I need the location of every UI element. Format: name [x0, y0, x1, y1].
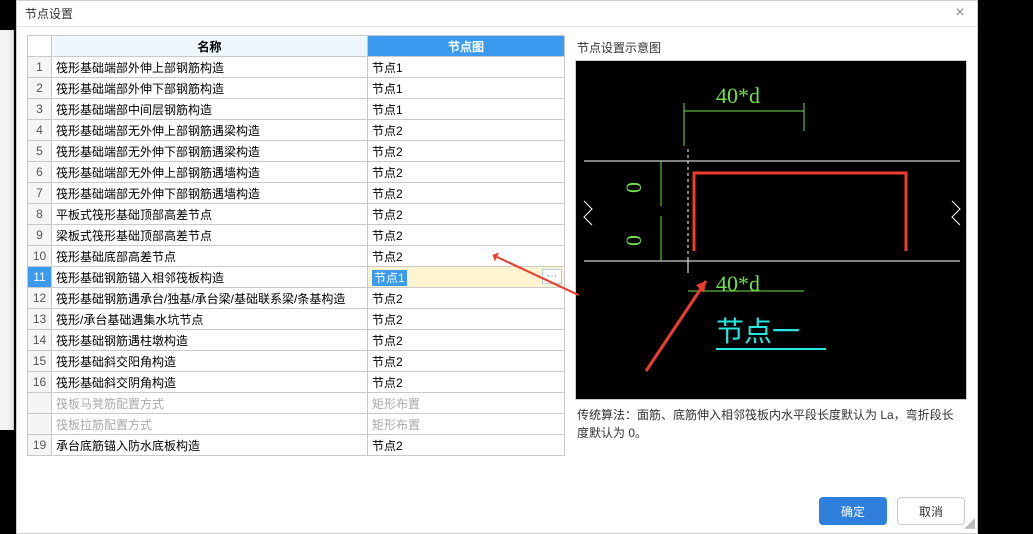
row-name: 筏形基础底部高差节点 — [52, 246, 368, 267]
table-row[interactable]: 3筏形基础端部中间层钢筋构造节点1 — [28, 99, 565, 120]
table-row[interactable]: 7筏形基础端部无外伸下部钢筋遇墙构造节点2 — [28, 183, 565, 204]
row-node-value[interactable]: 节点2 — [368, 288, 565, 309]
row-node-value[interactable]: 节点1⋯ — [368, 267, 565, 288]
row-index: 14 — [28, 330, 52, 351]
row-name: 筏板马凳筋配置方式 — [52, 393, 368, 414]
row-node-value[interactable]: 节点2 — [368, 183, 565, 204]
row-index: 10 — [28, 246, 52, 267]
col-header-node: 节点图 — [368, 36, 565, 57]
row-index: 8 — [28, 204, 52, 225]
dim-zero-2: 0 — [621, 235, 646, 246]
row-name: 平板式筏形基础顶部高差节点 — [52, 204, 368, 225]
row-index — [28, 414, 52, 435]
table-row[interactable]: 2筏形基础端部外伸下部钢筋构造节点1 — [28, 78, 565, 99]
settings-table-panel: 名称 节点图 1筏形基础端部外伸上部钢筋构造节点12筏形基础端部外伸下部钢筋构造… — [27, 35, 565, 456]
row-node-value[interactable]: 节点2 — [368, 435, 565, 456]
row-index: 6 — [28, 162, 52, 183]
row-index: 13 — [28, 309, 52, 330]
row-name: 筏形基础端部外伸上部钢筋构造 — [52, 57, 368, 78]
row-index: 7 — [28, 183, 52, 204]
preview-diagram: 40*d 0 0 40*d 节点一 — [575, 60, 967, 400]
table-row[interactable]: 1筏形基础端部外伸上部钢筋构造节点1 — [28, 57, 565, 78]
settings-table[interactable]: 名称 节点图 1筏形基础端部外伸上部钢筋构造节点12筏形基础端部外伸下部钢筋构造… — [27, 35, 565, 456]
row-node-value[interactable]: 矩形布置 — [368, 393, 565, 414]
row-node-value[interactable]: 节点2 — [368, 372, 565, 393]
dim-label-top: 40*d — [716, 83, 760, 108]
row-name: 筏形基础端部无外伸上部钢筋遇梁构造 — [52, 120, 368, 141]
row-name: 承台底筋锚入防水底板构造 — [52, 435, 368, 456]
col-header-name: 名称 — [52, 36, 368, 57]
row-index: 19 — [28, 435, 52, 456]
row-node-value[interactable]: 节点2 — [368, 246, 565, 267]
row-node-value[interactable]: 节点2 — [368, 330, 565, 351]
dim-zero-1: 0 — [621, 182, 646, 193]
row-index: 3 — [28, 99, 52, 120]
table-row[interactable]: 筏板马凳筋配置方式矩形布置 — [28, 393, 565, 414]
row-index: 12 — [28, 288, 52, 309]
preview-title: 节点设置示意图 — [575, 35, 967, 60]
explanation-text: 传统算法：面筋、底筋伸入相邻筏板内水平段长度默认为 La，弯折段长度默认为 0。 — [575, 400, 967, 442]
row-index: 15 — [28, 351, 52, 372]
row-name: 筏形基础端部无外伸上部钢筋遇墙构造 — [52, 162, 368, 183]
row-index: 16 — [28, 372, 52, 393]
row-index: 1 — [28, 57, 52, 78]
dim-label-bottom: 40*d — [716, 271, 760, 296]
row-node-value[interactable]: 矩形布置 — [368, 414, 565, 435]
row-index: 11 — [28, 267, 52, 288]
row-name: 筏形基础端部外伸下部钢筋构造 — [52, 78, 368, 99]
table-row[interactable]: 4筏形基础端部无外伸上部钢筋遇梁构造节点2 — [28, 120, 565, 141]
row-name: 筏形基础钢筋遇承台/独基/承台梁/基础联系梁/条基构造 — [52, 288, 368, 309]
row-node-value[interactable]: 节点2 — [368, 204, 565, 225]
table-row[interactable]: 筏板拉筋配置方式矩形布置 — [28, 414, 565, 435]
row-index: 2 — [28, 78, 52, 99]
col-header-index — [28, 36, 52, 57]
app-sidebar — [0, 30, 14, 430]
table-row[interactable]: 10筏形基础底部高差节点节点2 — [28, 246, 565, 267]
row-node-value[interactable]: 节点2 — [368, 162, 565, 183]
table-row[interactable]: 6筏形基础端部无外伸上部钢筋遇墙构造节点2 — [28, 162, 565, 183]
node-settings-dialog: 节点设置 × 名称 节点图 1筏形基础端部外伸上部钢筋构造节点12筏形基础端部外… — [16, 0, 978, 534]
row-node-value[interactable]: 节点2 — [368, 309, 565, 330]
row-node-value[interactable]: 节点2 — [368, 225, 565, 246]
table-row[interactable]: 11筏形基础钢筋锚入相邻筏板构造节点1⋯ — [28, 267, 565, 288]
row-index: 9 — [28, 225, 52, 246]
row-node-value[interactable]: 节点1 — [368, 99, 565, 120]
row-name: 筏形基础端部无外伸下部钢筋遇墙构造 — [52, 183, 368, 204]
row-name: 筏形基础斜交阴角构造 — [52, 372, 368, 393]
table-row[interactable]: 12筏形基础钢筋遇承台/独基/承台梁/基础联系梁/条基构造节点2 — [28, 288, 565, 309]
row-name: 筏板拉筋配置方式 — [52, 414, 368, 435]
table-row[interactable]: 8平板式筏形基础顶部高差节点节点2 — [28, 204, 565, 225]
table-row[interactable]: 5筏形基础端部无外伸下部钢筋遇梁构造节点2 — [28, 141, 565, 162]
table-row[interactable]: 16筏形基础斜交阴角构造节点2 — [28, 372, 565, 393]
row-node-value[interactable]: 节点2 — [368, 351, 565, 372]
row-node-value[interactable]: 节点1 — [368, 78, 565, 99]
title-bar: 节点设置 × — [17, 1, 977, 27]
node-label: 节点一 — [716, 316, 800, 348]
dialog-title: 节点设置 — [25, 5, 951, 22]
cancel-button[interactable]: 取消 — [897, 497, 965, 525]
table-row[interactable]: 15筏形基础斜交阳角构造节点2 — [28, 351, 565, 372]
row-name: 筏形基础钢筋遇柱墩构造 — [52, 330, 368, 351]
row-node-value[interactable]: 节点2 — [368, 120, 565, 141]
row-name: 筏形基础斜交阳角构造 — [52, 351, 368, 372]
row-name: 筏形/承台基础遇集水坑节点 — [52, 309, 368, 330]
table-row[interactable]: 14筏形基础钢筋遇柱墩构造节点2 — [28, 330, 565, 351]
resize-grip-icon[interactable]: ◢ — [964, 514, 975, 531]
table-row[interactable]: 13筏形/承台基础遇集水坑节点节点2 — [28, 309, 565, 330]
row-index: 4 — [28, 120, 52, 141]
table-row[interactable]: 9梁板式筏形基础顶部高差节点节点2 — [28, 225, 565, 246]
row-index — [28, 393, 52, 414]
row-name: 梁板式筏形基础顶部高差节点 — [52, 225, 368, 246]
row-name: 筏形基础端部无外伸下部钢筋遇梁构造 — [52, 141, 368, 162]
row-node-value[interactable]: 节点1 — [368, 57, 565, 78]
row-index: 5 — [28, 141, 52, 162]
table-row[interactable]: 19承台底筋锚入防水底板构造节点2 — [28, 435, 565, 456]
close-icon[interactable]: × — [951, 5, 969, 23]
ok-button[interactable]: 确定 — [819, 497, 887, 525]
row-node-value[interactable]: 节点2 — [368, 141, 565, 162]
row-name: 筏形基础端部中间层钢筋构造 — [52, 99, 368, 120]
row-name: 筏形基础钢筋锚入相邻筏板构造 — [52, 267, 368, 288]
